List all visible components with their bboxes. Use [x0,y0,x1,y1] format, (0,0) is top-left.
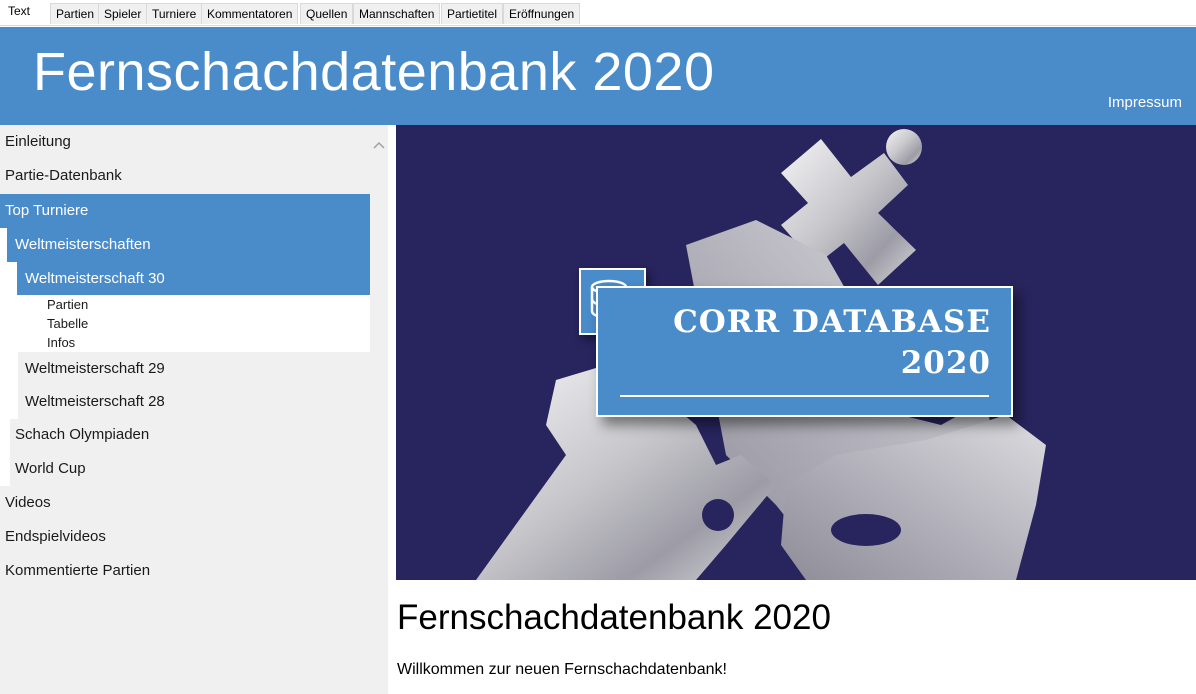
tab-kommentatoren[interactable]: Kommentatoren [201,3,299,24]
sidebar-item-world-cup[interactable]: World Cup [7,452,370,486]
tab-eroeffnungen[interactable]: Eröffnungen [503,3,581,24]
impressum-link[interactable]: Impressum [1108,94,1182,111]
sidebar-item-partien[interactable]: Partien [17,295,370,314]
tab-partietitel[interactable]: Partietitel [441,3,504,24]
sidebar-item-weltmeisterschaft-29[interactable]: Weltmeisterschaft 29 [17,352,370,385]
sidebar-item-top-turniere[interactable]: Top Turniere [0,194,370,228]
card-title-line2: 2020 [900,345,991,381]
hero-banner: CORR DATABASE 2020 [396,125,1196,580]
sidebar-item-kommentierte-partien[interactable]: Kommentierte Partien [0,554,370,588]
sidebar: Einleitung Partie-Datenbank Top Turniere… [0,125,388,694]
welcome-text: Willkommen zur neuen Fernschachdatenbank… [397,661,727,678]
tab-quellen[interactable]: Quellen [300,3,354,24]
sidebar-item-infos[interactable]: Infos [17,333,370,352]
header-title: Fernschachdatenbank 2020 [33,42,715,102]
page-title: Fernschachdatenbank 2020 [397,598,831,637]
tab-strip: Text Partien Spieler Turniere Kommentato… [0,0,1196,26]
sidebar-item-weltmeisterschaften[interactable]: Weltmeisterschaften [7,228,370,262]
sidebar-item-weltmeisterschaft-28[interactable]: Weltmeisterschaft 28 [17,385,370,418]
tab-mannschaften[interactable]: Mannschaften [353,3,441,24]
card-divider [620,395,989,397]
sidebar-item-einleitung[interactable]: Einleitung [0,125,370,159]
sidebar-item-videos[interactable]: Videos [0,486,370,520]
sidebar-item-tabelle[interactable]: Tabelle [17,314,370,333]
sidebar-item-schach-olympiaden[interactable]: Schach Olympiaden [7,418,370,452]
tab-text[interactable]: Text [3,1,36,25]
corr-database-card: CORR DATABASE 2020 [596,286,1013,417]
page-header: Fernschachdatenbank 2020 Impressum [0,27,1196,125]
chevron-up-icon[interactable] [370,137,388,155]
sidebar-item-weltmeisterschaft-30[interactable]: Weltmeisterschaft 30 [17,262,370,295]
tab-spieler[interactable]: Spieler [98,3,148,24]
tab-partien[interactable]: Partien [50,3,101,24]
sidebar-item-endspielvideos[interactable]: Endspielvideos [0,520,370,554]
tab-turniere[interactable]: Turniere [146,3,203,24]
sidebar-scrollbar[interactable] [370,125,388,694]
card-title-line1: CORR DATABASE [673,304,991,340]
sidebar-item-partie-datenbank[interactable]: Partie-Datenbank [0,159,370,193]
